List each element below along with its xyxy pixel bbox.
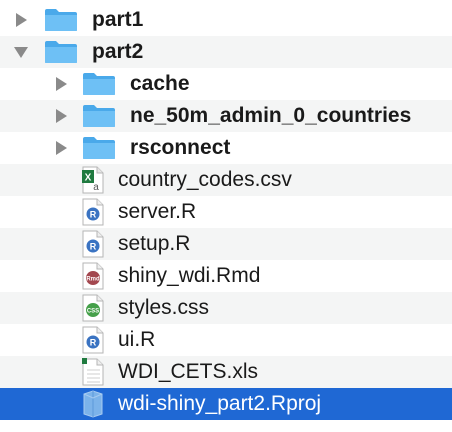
r-file-icon: R xyxy=(82,326,104,354)
file-browser: part1 part2 cache ne_50m_admin_0_countri… xyxy=(0,0,452,432)
row-label: wdi-shiny_part2.Rproj xyxy=(118,392,322,415)
file-row-server-r[interactable]: R server.R xyxy=(0,196,452,228)
folder-row-part2[interactable]: part2 xyxy=(0,36,452,68)
rmd-file-icon: Rmd xyxy=(82,262,104,290)
folder-icon xyxy=(82,136,116,160)
row-label: setup.R xyxy=(118,232,191,255)
row-label: shiny_wdi.Rmd xyxy=(118,264,261,287)
r-file-icon: R xyxy=(82,198,104,226)
css-file-icon: CSS xyxy=(82,294,104,322)
csv-file-icon: X a xyxy=(82,166,104,194)
file-row-ui-r[interactable]: R ui.R xyxy=(0,324,452,356)
row-label: ui.R xyxy=(118,328,156,351)
svg-text:X: X xyxy=(85,173,92,184)
folder-row-cache[interactable]: cache xyxy=(0,68,452,100)
row-label: styles.css xyxy=(118,296,210,319)
file-row-wdi-shiny-part2-rproj[interactable]: wdi-shiny_part2.Rproj xyxy=(0,388,452,420)
folder-icon xyxy=(82,104,116,128)
row-label: rsconnect xyxy=(130,136,231,159)
folder-icon xyxy=(82,72,116,96)
row-label: cache xyxy=(130,72,190,95)
xls-file-icon xyxy=(82,358,104,386)
svg-text:R: R xyxy=(90,242,97,252)
svg-text:a: a xyxy=(93,182,99,193)
svg-text:R: R xyxy=(90,338,97,348)
folder-icon xyxy=(44,8,78,32)
folder-row-part1[interactable]: part1 xyxy=(0,4,452,36)
row-label: server.R xyxy=(118,200,197,223)
rproj-file-icon xyxy=(82,390,104,418)
folder-icon xyxy=(44,40,78,64)
chevron-right-icon[interactable] xyxy=(12,11,30,29)
row-label: part2 xyxy=(92,40,144,63)
file-row-styles-css[interactable]: CSS styles.css xyxy=(0,292,452,324)
svg-text:CSS: CSS xyxy=(87,309,99,315)
chevron-right-icon[interactable] xyxy=(52,139,70,157)
folder-row-rsconnect[interactable]: rsconnect xyxy=(0,132,452,164)
svg-text:R: R xyxy=(90,210,97,220)
svg-text:Rmd: Rmd xyxy=(86,277,100,283)
r-file-icon: R xyxy=(82,230,104,258)
file-row-setup-r[interactable]: R setup.R xyxy=(0,228,452,260)
row-label: ne_50m_admin_0_countries xyxy=(130,104,412,127)
chevron-down-icon[interactable] xyxy=(12,43,30,61)
row-label: part1 xyxy=(92,8,144,31)
chevron-right-icon[interactable] xyxy=(52,107,70,125)
file-row-country-codes-csv[interactable]: X a country_codes.csv xyxy=(0,164,452,196)
file-row-wdi-cets-xls[interactable]: WDI_CETS.xls xyxy=(0,356,452,388)
row-label: country_codes.csv xyxy=(118,168,292,191)
folder-row-ne-50m-admin-0-countries[interactable]: ne_50m_admin_0_countries xyxy=(0,100,452,132)
chevron-right-icon[interactable] xyxy=(52,75,70,93)
file-row-shiny-wdi-rmd[interactable]: Rmd shiny_wdi.Rmd xyxy=(0,260,452,292)
row-label: WDI_CETS.xls xyxy=(118,360,259,383)
